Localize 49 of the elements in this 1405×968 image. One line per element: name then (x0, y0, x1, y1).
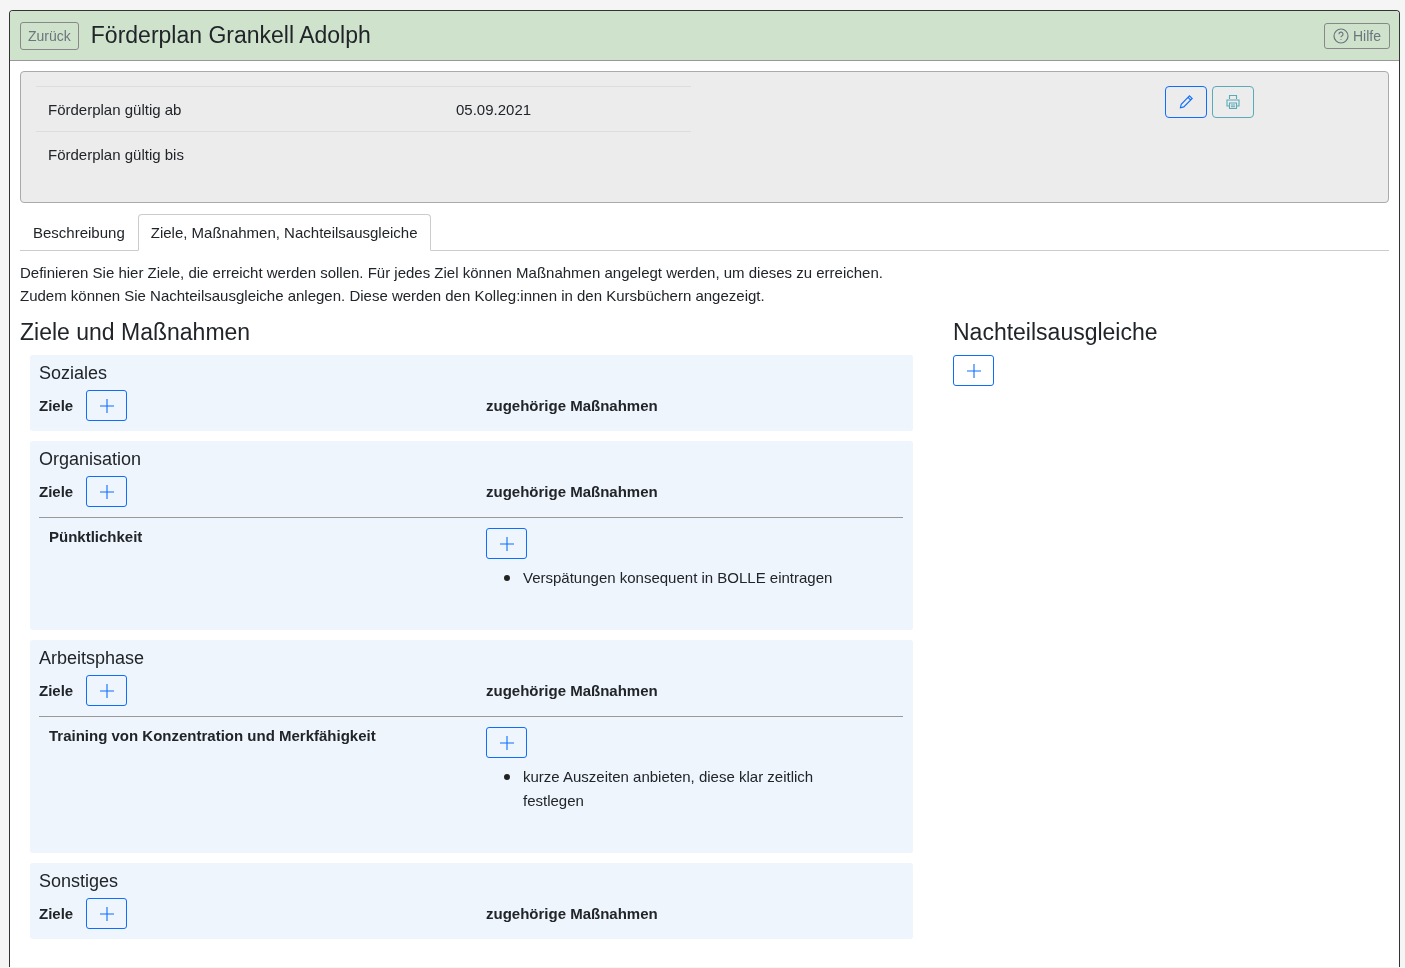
goals-label: Ziele (39, 397, 74, 414)
pencil-icon (1178, 94, 1194, 110)
field-label: Förderplan gültig ab (48, 100, 183, 118)
plus-icon (99, 683, 114, 698)
category-title: Arbeitsphase (39, 648, 146, 669)
add-goal-button[interactable] (86, 898, 128, 929)
plus-icon (499, 735, 514, 750)
measure-text: kurze Auszeiten anbieten, diese klar zeitlich festlegen (523, 767, 815, 811)
section-heading: Ziele und Maßnahmen (20, 319, 252, 346)
add-compensation-button[interactable] (953, 355, 994, 386)
measures-label: zugehörige Maßnahmen (486, 483, 658, 500)
plus-icon (499, 536, 514, 551)
bullet-icon (504, 774, 510, 780)
category-title: Sonstiges (39, 871, 120, 892)
add-goal-button[interactable] (86, 476, 128, 507)
intro-text: Definieren Sie hier Ziele, die erreicht werden sollen. Für jedes Ziel können Maßnahmen angelegt werden, um dieses zu erreichen. (20, 263, 884, 283)
add-measure-button[interactable] (486, 528, 527, 559)
help-button[interactable]: Hilfe (1324, 22, 1390, 49)
goals-label: Ziele (39, 682, 74, 699)
goal-title: Pünktlichkeit (49, 528, 144, 547)
section-heading: Nachteilsausgleiche (953, 319, 1159, 346)
category-title: Soziales (39, 363, 109, 384)
plus-icon (99, 484, 114, 499)
edit-button[interactable] (1165, 86, 1207, 118)
plus-icon (99, 398, 114, 413)
print-button[interactable] (1212, 86, 1254, 118)
goal-title: Training von Konzentration und Merkfähigkeit (49, 727, 377, 746)
category-title: Organisation (39, 449, 143, 470)
back-button[interactable]: Zurück (20, 21, 79, 50)
intro-text: Zudem können Sie Nachteilsausgleiche anlegen. Diese werden den Kolleg:innen in den Kursbüchern angezeigt. (20, 286, 766, 306)
goals-label: Ziele (39, 905, 74, 922)
add-goal-button[interactable] (86, 390, 128, 421)
bullet-icon (504, 575, 510, 581)
measure-text: Verspätungen konsequent in BOLLE eintragen (523, 568, 833, 588)
printer-icon (1225, 94, 1241, 110)
tab[interactable]: Ziele, Maßnahmen, Nachteilsausgleiche (137, 214, 431, 251)
plus-icon (966, 363, 981, 378)
goals-label: Ziele (39, 483, 74, 500)
measures-label: zugehörige Maßnahmen (486, 905, 658, 922)
tab[interactable]: Beschreibung (20, 214, 138, 251)
page-title: Förderplan Grankell Adolph (90, 22, 372, 49)
field-value: 05.09.2021 (456, 100, 532, 118)
add-measure-button[interactable] (486, 727, 527, 758)
plus-icon (99, 906, 114, 921)
measures-label: zugehörige Maßnahmen (486, 682, 658, 699)
add-goal-button[interactable] (86, 675, 128, 706)
measures-label: zugehörige Maßnahmen (486, 397, 658, 414)
field-label: Förderplan gültig bis (48, 145, 185, 163)
help-icon (1333, 27, 1349, 44)
